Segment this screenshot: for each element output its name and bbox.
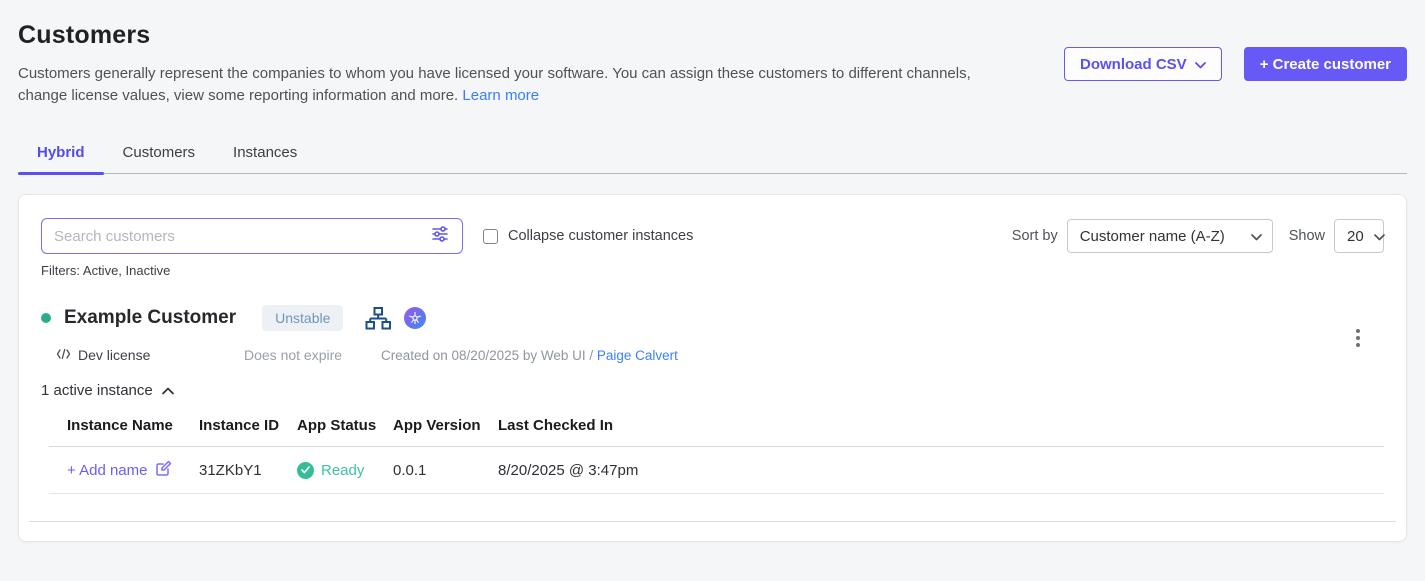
created-text: Created on 08/20/2025 by Web UI / bbox=[381, 348, 597, 363]
instance-id-cell: 31ZKbY1 bbox=[199, 462, 297, 479]
show-label: Show bbox=[1289, 228, 1325, 244]
toolbar: Collapse customer instances Sort by Cust… bbox=[41, 218, 1384, 254]
customer-row-header: Example Customer Unstable bbox=[41, 305, 1384, 331]
show-select-value: 20 bbox=[1347, 228, 1364, 245]
card-footer-divider bbox=[29, 521, 1396, 522]
edit-icon bbox=[155, 459, 173, 481]
column-header-instance-name: Instance Name bbox=[67, 417, 199, 434]
tab-hybrid[interactable]: Hybrid bbox=[18, 133, 104, 173]
customer-name[interactable]: Example Customer bbox=[64, 307, 236, 329]
license-created: Created on 08/20/2025 by Web UI / Paige … bbox=[381, 348, 678, 363]
check-circle-icon bbox=[297, 462, 314, 479]
create-customer-button[interactable]: + Create customer bbox=[1244, 47, 1407, 81]
instance-table-row: + Add name 31ZKbY1 bbox=[49, 447, 1384, 494]
collapse-instances-checkbox[interactable] bbox=[483, 229, 498, 244]
tab-bar: Hybrid Customers Instances bbox=[18, 133, 1407, 174]
column-header-instance-id: Instance ID bbox=[199, 417, 297, 434]
license-type-label: Dev license bbox=[78, 347, 150, 363]
chevron-down-icon bbox=[1374, 228, 1385, 245]
customers-page: Customers Customers generally represent … bbox=[0, 0, 1425, 581]
created-by-link[interactable]: Paige Calvert bbox=[597, 348, 678, 363]
page-description: Customers generally represent the compan… bbox=[18, 63, 976, 107]
customers-card: Collapse customer instances Sort by Cust… bbox=[18, 194, 1407, 542]
add-name-button[interactable]: + Add name bbox=[67, 459, 199, 481]
app-status-label: Ready bbox=[321, 462, 364, 479]
show-select[interactable]: 20 bbox=[1334, 219, 1384, 253]
sort-select-value: Customer name (A-Z) bbox=[1080, 228, 1225, 245]
column-header-app-version: App Version bbox=[393, 417, 498, 434]
sitemap-icon[interactable] bbox=[365, 306, 391, 331]
app-version-cell: 0.0.1 bbox=[393, 462, 498, 479]
license-type: Dev license bbox=[56, 347, 244, 363]
create-customer-label: + Create customer bbox=[1260, 56, 1391, 73]
header-actions: Download CSV + Create customer bbox=[1064, 47, 1407, 81]
code-license-icon bbox=[56, 347, 71, 363]
filter-sliders-icon[interactable] bbox=[430, 224, 450, 249]
active-status-dot bbox=[41, 313, 51, 323]
sort-by-label: Sort by bbox=[1012, 228, 1058, 244]
chevron-down-icon bbox=[1251, 228, 1262, 245]
app-status-cell: Ready bbox=[297, 462, 393, 479]
download-csv-label: Download CSV bbox=[1080, 56, 1187, 73]
search-input[interactable] bbox=[54, 228, 430, 245]
download-csv-button[interactable]: Download CSV bbox=[1064, 47, 1222, 81]
last-checked-in-cell: 8/20/2025 @ 3:47pm bbox=[498, 462, 1384, 479]
column-header-app-status: App Status bbox=[297, 417, 393, 434]
kubernetes-icon[interactable] bbox=[404, 307, 426, 329]
instances-table-header: Instance Name Instance ID App Status App… bbox=[49, 417, 1384, 447]
chevron-down-icon bbox=[1195, 56, 1206, 73]
tab-instances[interactable]: Instances bbox=[214, 133, 316, 173]
filters-note: Filters: Active, Inactive bbox=[41, 263, 1384, 278]
instances-table: Instance Name Instance ID App Status App… bbox=[49, 417, 1384, 494]
kebab-menu-icon[interactable] bbox=[1352, 325, 1364, 351]
add-name-label: + Add name bbox=[67, 462, 147, 479]
sort-select[interactable]: Customer name (A-Z) bbox=[1067, 219, 1273, 253]
search-box bbox=[41, 218, 463, 254]
collapse-instances-group: Collapse customer instances bbox=[483, 228, 693, 244]
chevron-up-icon bbox=[162, 382, 174, 399]
license-expiry: Does not expire bbox=[244, 347, 381, 363]
instance-summary-label: 1 active instance bbox=[41, 382, 153, 399]
page-title: Customers bbox=[18, 0, 1407, 50]
column-header-last-checked-in: Last Checked In bbox=[498, 417, 1384, 434]
license-row: Dev license Does not expire Created on 0… bbox=[41, 347, 1384, 363]
collapse-instances-label: Collapse customer instances bbox=[508, 228, 693, 244]
instance-name-cell: + Add name bbox=[67, 459, 199, 481]
tab-customers[interactable]: Customers bbox=[104, 133, 215, 173]
learn-more-link[interactable]: Learn more bbox=[462, 87, 539, 104]
channel-badge: Unstable bbox=[262, 305, 343, 331]
instance-summary-toggle[interactable]: 1 active instance bbox=[41, 382, 1384, 399]
